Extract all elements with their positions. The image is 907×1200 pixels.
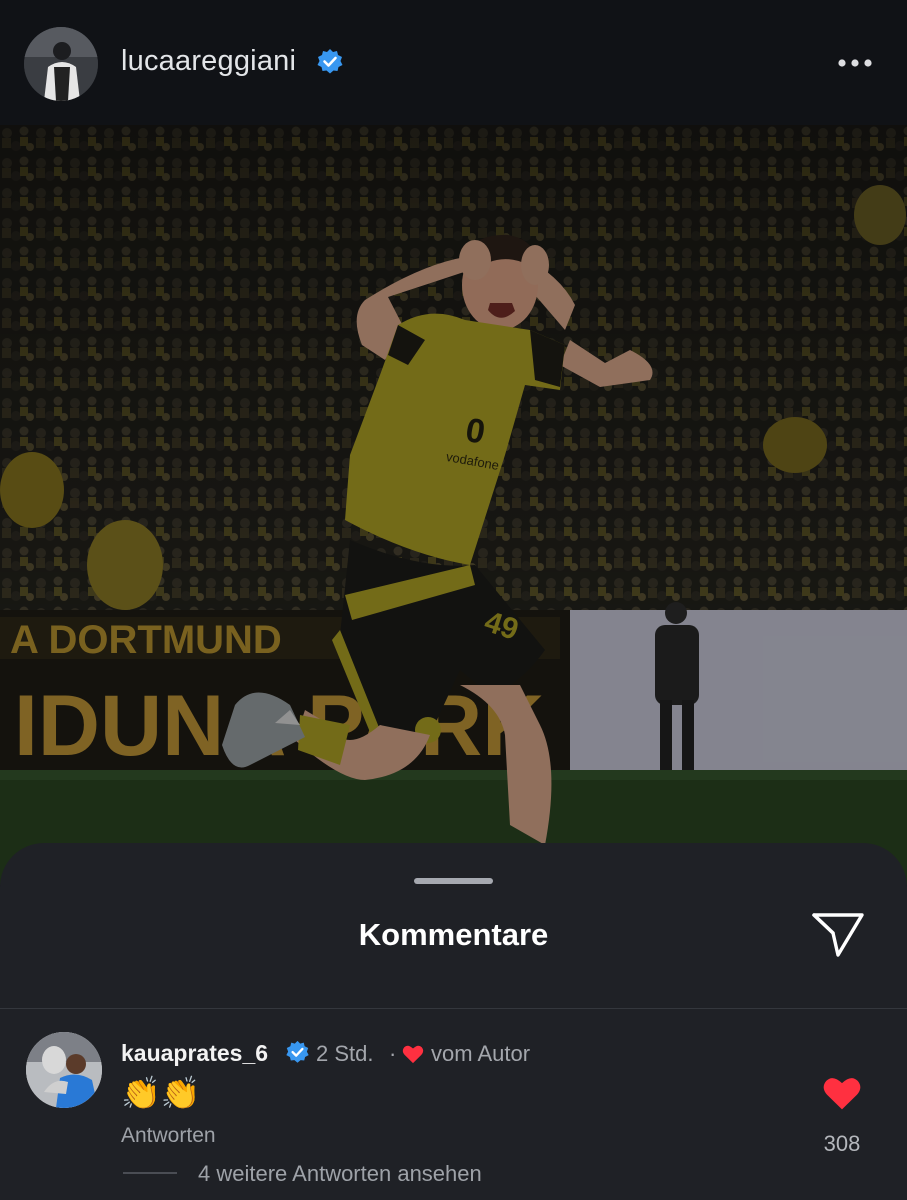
comment-username[interactable]: kauaprates_6 xyxy=(121,1040,268,1067)
post-username[interactable]: lucaareggiani xyxy=(121,45,296,78)
meta-separator: · xyxy=(389,1041,397,1066)
more-horizontal-icon[interactable] xyxy=(834,52,876,74)
liked-by-author-label: vom Autor xyxy=(431,1041,531,1066)
sheet-drag-handle[interactable] xyxy=(414,878,493,884)
comment-avatar[interactable] xyxy=(26,1032,102,1108)
replies-indicator-line xyxy=(123,1172,177,1174)
comment-timestamp: 2 Std. xyxy=(316,1041,374,1066)
verified-badge-icon xyxy=(317,49,343,74)
comments-sheet: Kommentare kauaprates_6 2 Std. · vom Aut… xyxy=(0,843,907,1200)
like-count: 308 xyxy=(823,1131,861,1156)
send-icon[interactable] xyxy=(810,909,866,959)
verified-badge-icon xyxy=(286,1040,309,1063)
author-heart-icon xyxy=(402,1045,424,1064)
post-photo[interactable]: A DORTMUND IDUNA PARK 0 xyxy=(0,125,907,885)
profile-avatar[interactable] xyxy=(24,27,98,101)
sheet-divider xyxy=(0,1008,907,1009)
reply-button[interactable]: Antworten xyxy=(121,1124,216,1148)
view-replies-button[interactable]: 4 weitere Antworten ansehen xyxy=(198,1161,482,1187)
like-heart-icon[interactable] xyxy=(822,1075,862,1111)
sheet-title: Kommentare xyxy=(358,917,549,952)
post-header: lucaareggiani xyxy=(0,0,907,125)
comment-text: 👏👏 xyxy=(121,1075,201,1111)
banner-top-text: A DORTMUND xyxy=(10,618,282,662)
